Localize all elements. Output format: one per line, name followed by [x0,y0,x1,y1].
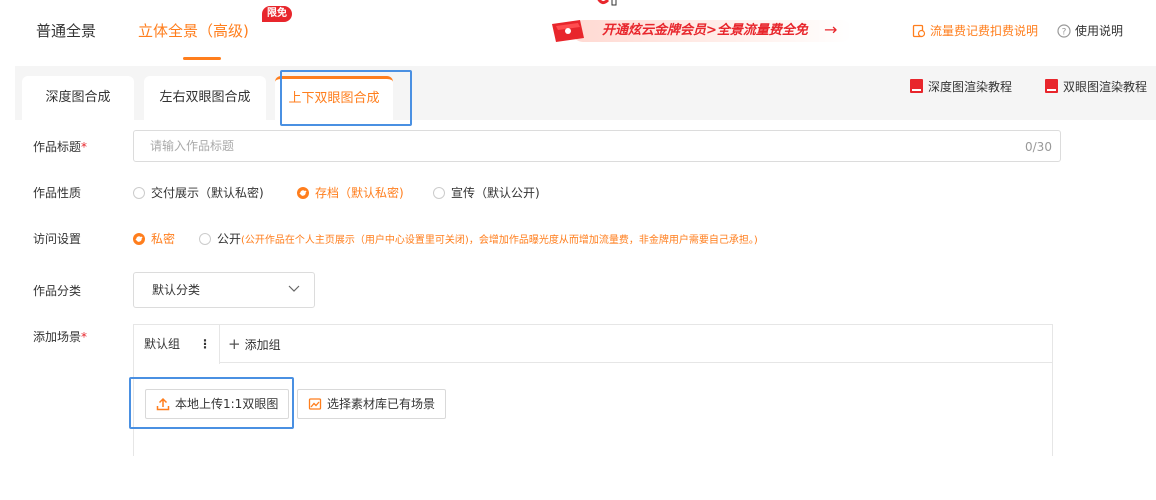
library-select-button[interactable]: 选择素材库已有场景 [297,389,447,419]
access-option-label: 公开 [217,232,242,246]
gift-icon [552,20,584,42]
plus-icon: + [228,335,241,353]
nature-option-archive[interactable]: 存档（默认私密) [297,184,404,202]
page: 普通全景 立体全景（高级) 限免 开通炫云金牌会员>全景流量费全免 → 流量费记… [0,0,1156,500]
access-option-label: 私密 [151,232,176,246]
title-label: 作品标题* [33,138,87,156]
tab-stereo-panorama[interactable]: 立体全景（高级) [138,20,249,42]
top-cursor-icon [597,0,617,6]
nature-option-label: 交付展示（默认私密) [151,186,264,200]
active-tab-underline [183,57,221,60]
chevron-down-icon [288,285,300,292]
vip-promo-banner[interactable]: 开通炫云金牌会员>全景流量费全免 → [550,18,852,44]
traffic-fee-link[interactable]: 流量费记费扣费说明 [912,22,1038,40]
tab-left-right-stereo[interactable]: 左右双眼图合成 [144,76,266,120]
free-badge: 限免 [262,6,292,22]
promo-text: 开通炫云金牌会员>全景流量费全免 [602,23,808,38]
svg-text:?: ? [1062,28,1067,38]
radio-unchecked-icon [133,187,145,199]
add-group-button[interactable]: + 添加组 [228,325,281,364]
nature-option-promote[interactable]: 宣传（默认公开) [433,184,540,202]
title-input[interactable] [133,130,1061,162]
radio-unchecked-icon [433,187,445,199]
stereo-tutorial-link[interactable]: 双眼图渲染教程 [1045,78,1147,96]
category-value: 默认分类 [152,283,201,297]
category-label: 作品分类 [33,284,82,298]
nature-option-label: 宣传（默认公开) [451,186,540,200]
usage-guide-link[interactable]: ? 使用说明 [1057,22,1123,40]
usage-guide-label: 使用说明 [1075,24,1124,38]
depth-tutorial-link[interactable]: 深度图渲染教程 [910,78,1012,96]
radio-checked-icon [297,187,309,199]
scene-group-tabs: 默认组 ⋮ + 添加组 [134,325,1052,364]
help-circle-icon: ? [1057,24,1071,38]
radio-unchecked-icon [199,233,211,245]
access-option-private[interactable]: 私密 [133,230,175,248]
radio-checked-icon [133,233,145,245]
local-upload-button[interactable]: 本地上传1:1双眼图 [145,389,290,419]
nature-option-delivery[interactable]: 交付展示（默认私密) [133,184,264,202]
book-icon [1045,79,1058,93]
required-mark: * [81,140,88,154]
group-tab-default[interactable]: 默认组 ⋮ [134,325,220,364]
nature-option-label: 存档（默认私密) [315,186,404,200]
traffic-fee-label: 流量费记费扣费说明 [930,24,1039,38]
add-group-label: 添加组 [244,338,281,352]
group-tab-label: 默认组 [144,337,181,351]
public-warning-text: (公开作品在个人主页展示（用户中心设置里可关闭)，会增加作品曝光度从而增加流量费… [241,235,758,246]
access-label: 访问设置 [33,232,82,246]
tab-top-bottom-stereo[interactable]: 上下双眼图合成 [275,76,393,120]
scene-label-text: 添加场景 [33,330,82,344]
title-char-counter: 0/30 [1025,140,1052,154]
required-mark: * [81,330,88,344]
library-select-label: 选择素材库已有场景 [327,397,436,411]
tab-depth-map[interactable]: 深度图合成 [22,76,134,120]
image-icon [308,398,322,410]
access-option-public[interactable]: 公开(公开作品在个人主页展示（用户中心设置里可关闭)，会增加作品曝光度从而增加流… [199,230,758,250]
main-content: 深度图合成 左右双眼图合成 上下双眼图合成 深度图渲染教程 双眼图渲染教程 作品… [15,66,1156,456]
top-bar: 普通全景 立体全景（高级) 限免 开通炫云金牌会员>全景流量费全免 → 流量费记… [0,0,1156,62]
more-vertical-icon[interactable]: ⋮ [199,325,211,363]
category-select[interactable]: 默认分类 [133,272,315,308]
scene-label: 添加场景* [33,328,87,346]
local-upload-label: 本地上传1:1双眼图 [175,397,279,411]
scene-panel: 默认组 ⋮ + 添加组 本地上传1:1双眼图 选择素材库已有场景 [133,324,1053,456]
arrow-right-icon: → [824,20,838,39]
nature-label: 作品性质 [33,186,82,200]
upload-icon [156,397,170,411]
title-label-text: 作品标题 [33,140,82,154]
stereo-tutorial-label: 双眼图渲染教程 [1063,80,1148,94]
book-icon [910,79,923,93]
fee-doc-icon [912,24,926,38]
tab-normal-panorama[interactable]: 普通全景 [36,20,96,42]
depth-tutorial-label: 深度图渲染教程 [928,80,1013,94]
